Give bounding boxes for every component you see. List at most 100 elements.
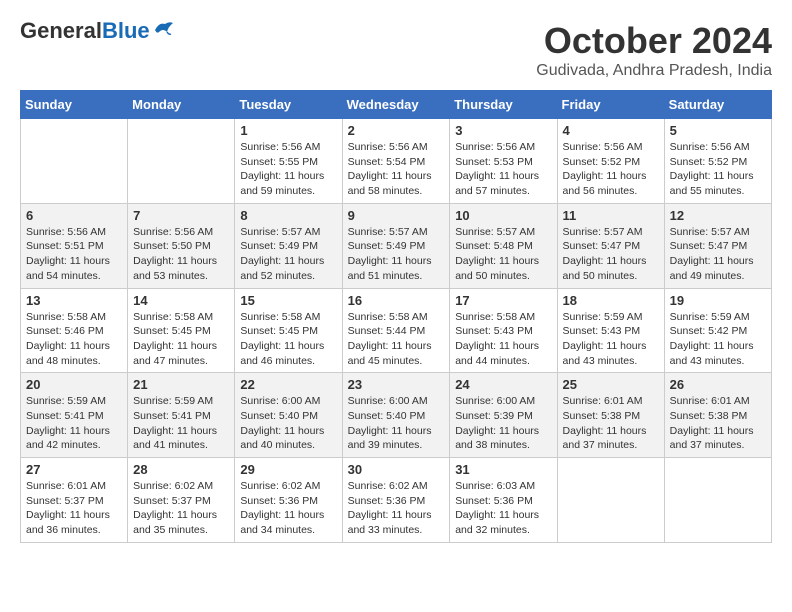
calendar-week-row: 6Sunrise: 5:56 AMSunset: 5:51 PMDaylight… bbox=[21, 203, 772, 288]
daylight-text: Daylight: 11 hours and 36 minutes. bbox=[26, 508, 122, 537]
calendar-header-tuesday: Tuesday bbox=[235, 91, 342, 119]
sunrise-text: Sunrise: 5:58 AM bbox=[348, 310, 445, 325]
sunrise-text: Sunrise: 6:03 AM bbox=[455, 479, 551, 494]
sunset-text: Sunset: 5:51 PM bbox=[26, 239, 122, 254]
day-info: Sunrise: 5:58 AMSunset: 5:45 PMDaylight:… bbox=[240, 310, 336, 369]
sunrise-text: Sunrise: 5:57 AM bbox=[240, 225, 336, 240]
day-info: Sunrise: 5:57 AMSunset: 5:49 PMDaylight:… bbox=[240, 225, 336, 284]
day-info: Sunrise: 5:57 AMSunset: 5:47 PMDaylight:… bbox=[563, 225, 659, 284]
sunset-text: Sunset: 5:36 PM bbox=[240, 494, 336, 509]
day-number: 8 bbox=[240, 208, 336, 223]
day-number: 20 bbox=[26, 377, 122, 392]
sunset-text: Sunset: 5:49 PM bbox=[348, 239, 445, 254]
sunset-text: Sunset: 5:55 PM bbox=[240, 155, 336, 170]
calendar-cell: 6Sunrise: 5:56 AMSunset: 5:51 PMDaylight… bbox=[21, 203, 128, 288]
day-number: 18 bbox=[563, 293, 659, 308]
day-number: 16 bbox=[348, 293, 445, 308]
sunrise-text: Sunrise: 6:02 AM bbox=[133, 479, 229, 494]
sunset-text: Sunset: 5:43 PM bbox=[563, 324, 659, 339]
day-info: Sunrise: 6:01 AMSunset: 5:37 PMDaylight:… bbox=[26, 479, 122, 538]
calendar-table: SundayMondayTuesdayWednesdayThursdayFrid… bbox=[20, 90, 772, 543]
daylight-text: Daylight: 11 hours and 42 minutes. bbox=[26, 424, 122, 453]
day-info: Sunrise: 5:59 AMSunset: 5:41 PMDaylight:… bbox=[133, 394, 229, 453]
calendar-cell: 11Sunrise: 5:57 AMSunset: 5:47 PMDayligh… bbox=[557, 203, 664, 288]
day-info: Sunrise: 5:59 AMSunset: 5:41 PMDaylight:… bbox=[26, 394, 122, 453]
sunset-text: Sunset: 5:37 PM bbox=[133, 494, 229, 509]
daylight-text: Daylight: 11 hours and 32 minutes. bbox=[455, 508, 551, 537]
sunset-text: Sunset: 5:40 PM bbox=[240, 409, 336, 424]
calendar-cell: 17Sunrise: 5:58 AMSunset: 5:43 PMDayligh… bbox=[450, 288, 557, 373]
day-number: 4 bbox=[563, 123, 659, 138]
calendar-cell bbox=[128, 119, 235, 204]
calendar-header-sunday: Sunday bbox=[21, 91, 128, 119]
daylight-text: Daylight: 11 hours and 53 minutes. bbox=[133, 254, 229, 283]
day-number: 26 bbox=[670, 377, 766, 392]
sunset-text: Sunset: 5:52 PM bbox=[563, 155, 659, 170]
day-info: Sunrise: 6:00 AMSunset: 5:40 PMDaylight:… bbox=[240, 394, 336, 453]
sunrise-text: Sunrise: 5:56 AM bbox=[455, 140, 551, 155]
day-number: 28 bbox=[133, 462, 229, 477]
day-info: Sunrise: 5:59 AMSunset: 5:43 PMDaylight:… bbox=[563, 310, 659, 369]
daylight-text: Daylight: 11 hours and 54 minutes. bbox=[26, 254, 122, 283]
calendar-cell: 23Sunrise: 6:00 AMSunset: 5:40 PMDayligh… bbox=[342, 373, 450, 458]
day-number: 22 bbox=[240, 377, 336, 392]
sunrise-text: Sunrise: 5:57 AM bbox=[670, 225, 766, 240]
daylight-text: Daylight: 11 hours and 47 minutes. bbox=[133, 339, 229, 368]
sunset-text: Sunset: 5:36 PM bbox=[348, 494, 445, 509]
daylight-text: Daylight: 11 hours and 37 minutes. bbox=[670, 424, 766, 453]
day-info: Sunrise: 5:56 AMSunset: 5:52 PMDaylight:… bbox=[563, 140, 659, 199]
calendar-cell: 13 Sunrise: 5:58 AMSunset: 5:46 PMDayligh… bbox=[21, 288, 128, 373]
day-number: 7 bbox=[133, 208, 229, 223]
calendar-cell: 15Sunrise: 5:58 AMSunset: 5:45 PMDayligh… bbox=[235, 288, 342, 373]
sunset-text: Sunset: 5:42 PM bbox=[670, 324, 766, 339]
sunset-text: Sunset: 5:48 PM bbox=[455, 239, 551, 254]
day-number: 29 bbox=[240, 462, 336, 477]
day-number: 27 bbox=[26, 462, 122, 477]
sunset-text: Sunset: 5:45 PM bbox=[133, 324, 229, 339]
day-number: 6 bbox=[26, 208, 122, 223]
day-info: Sunrise: 6:01 AMSunset: 5:38 PMDaylight:… bbox=[670, 394, 766, 453]
calendar-cell: 25Sunrise: 6:01 AMSunset: 5:38 PMDayligh… bbox=[557, 373, 664, 458]
sunset-text: Sunset: 5:49 PM bbox=[240, 239, 336, 254]
sunset-text: Sunset: 5:43 PM bbox=[455, 324, 551, 339]
day-info: Sunrise: 6:02 AMSunset: 5:36 PMDaylight:… bbox=[240, 479, 336, 538]
calendar-header-friday: Friday bbox=[557, 91, 664, 119]
day-number: 21 bbox=[133, 377, 229, 392]
day-number: 13 bbox=[26, 293, 122, 308]
sunrise-text: Sunrise: 5:56 AM bbox=[240, 140, 336, 155]
calendar-week-row: 20Sunrise: 5:59 AMSunset: 5:41 PMDayligh… bbox=[21, 373, 772, 458]
sunrise-text: Sunrise: 6:02 AM bbox=[348, 479, 445, 494]
calendar-cell: 26 Sunrise: 6:01 AMSunset: 5:38 PMDayligh… bbox=[664, 373, 771, 458]
day-info: Sunrise: 6:02 AMSunset: 5:37 PMDaylight:… bbox=[133, 479, 229, 538]
calendar-cell: 19Sunrise: 5:59 AMSunset: 5:42 PMDayligh… bbox=[664, 288, 771, 373]
day-info: Sunrise: 5:57 AMSunset: 5:47 PMDaylight:… bbox=[670, 225, 766, 284]
day-info: Sunrise: 5:56 AMSunset: 5:53 PMDaylight:… bbox=[455, 140, 551, 199]
day-number: 2 bbox=[348, 123, 445, 138]
day-info: Sunrise: 5:58 AMSunset: 5:46 PMDaylight:… bbox=[26, 310, 122, 369]
daylight-text: Daylight: 11 hours and 55 minutes. bbox=[670, 169, 766, 198]
day-number: 1 bbox=[240, 123, 336, 138]
sunrise-text: Sunrise: 5:59 AM bbox=[563, 310, 659, 325]
calendar-header-wednesday: Wednesday bbox=[342, 91, 450, 119]
sunset-text: Sunset: 5:41 PM bbox=[133, 409, 229, 424]
calendar-cell: 28 Sunrise: 6:02 AMSunset: 5:37 PMDayligh… bbox=[128, 458, 235, 543]
sunrise-text: Sunrise: 6:01 AM bbox=[26, 479, 122, 494]
calendar-week-row: 13 Sunrise: 5:58 AMSunset: 5:46 PMDayligh… bbox=[21, 288, 772, 373]
calendar-cell: 14Sunrise: 5:58 AMSunset: 5:45 PMDayligh… bbox=[128, 288, 235, 373]
daylight-text: Daylight: 11 hours and 52 minutes. bbox=[240, 254, 336, 283]
sunrise-text: Sunrise: 5:59 AM bbox=[133, 394, 229, 409]
sunset-text: Sunset: 5:45 PM bbox=[240, 324, 336, 339]
calendar-cell: 24 Sunrise: 6:00 AMSunset: 5:39 PMDayligh… bbox=[450, 373, 557, 458]
daylight-text: Daylight: 11 hours and 41 minutes. bbox=[133, 424, 229, 453]
day-number: 24 bbox=[455, 377, 551, 392]
calendar-cell: 27 Sunrise: 6:01 AMSunset: 5:37 PMDayligh… bbox=[21, 458, 128, 543]
daylight-text: Daylight: 11 hours and 33 minutes. bbox=[348, 508, 445, 537]
sunset-text: Sunset: 5:44 PM bbox=[348, 324, 445, 339]
day-number: 10 bbox=[455, 208, 551, 223]
day-info: Sunrise: 5:58 AMSunset: 5:44 PMDaylight:… bbox=[348, 310, 445, 369]
sunset-text: Sunset: 5:47 PM bbox=[670, 239, 766, 254]
day-info: Sunrise: 6:00 AMSunset: 5:39 PMDaylight:… bbox=[455, 394, 551, 453]
sunset-text: Sunset: 5:50 PM bbox=[133, 239, 229, 254]
day-info: Sunrise: 5:56 AMSunset: 5:50 PMDaylight:… bbox=[133, 225, 229, 284]
sunrise-text: Sunrise: 5:59 AM bbox=[26, 394, 122, 409]
